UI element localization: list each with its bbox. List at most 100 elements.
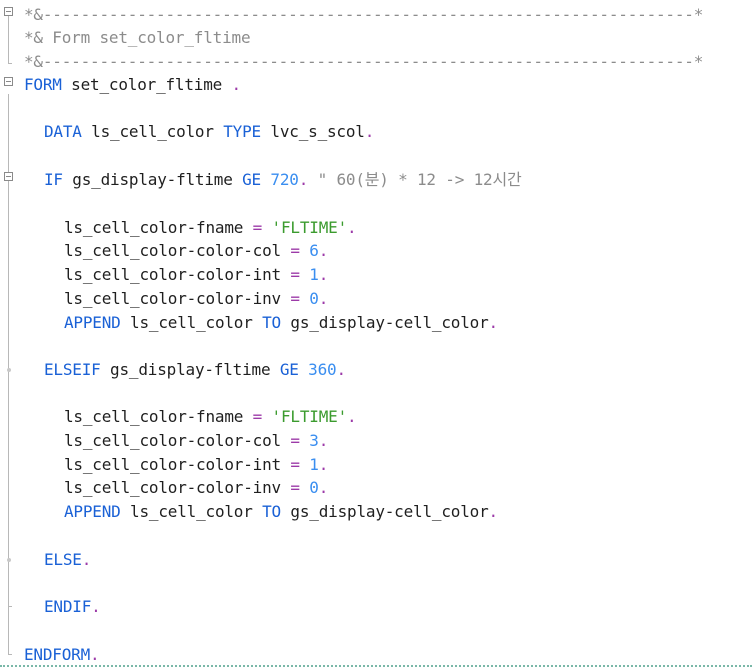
code-line-else[interactable]: ELSE. — [0, 548, 752, 572]
period-token: . — [318, 265, 329, 284]
identifier-token: ls_cell_color-color-inv — [64, 478, 291, 497]
operator-token: = — [290, 265, 300, 284]
code-line-elseif[interactable]: ELSEIF gs_display-fltime GE 360. — [0, 358, 752, 382]
period-token: . — [81, 550, 92, 569]
identifier-token: ls_cell_color — [120, 313, 263, 332]
number-token: 3 — [299, 431, 319, 450]
identifier-token: ls_cell_color-color-inv — [64, 289, 291, 308]
number-token: 1 — [299, 265, 319, 284]
operator-token: = — [252, 218, 263, 237]
code-text: ls_cell_color-color-inv = 0. — [64, 287, 328, 311]
code-text: ls_cell_color-color-col = 3. — [64, 429, 328, 453]
period-token: . — [318, 289, 329, 308]
code-text: IF gs_display-fltime GE 720. " 60(분) * 1… — [44, 168, 522, 192]
code-line-assign-color-col[interactable]: ls_cell_color-color-col = 3. — [0, 429, 752, 453]
period-token: . — [91, 597, 101, 616]
keyword-token: ENDIF — [44, 597, 92, 616]
code-text: ls_cell_color-color-int = 1. — [64, 453, 328, 477]
code-line-assign-fname[interactable]: ls_cell_color-fname = 'FLTIME'. — [0, 216, 752, 240]
code-text: ls_cell_color-color-int = 1. — [64, 263, 328, 287]
string-token: 'FLTIME' — [262, 407, 348, 426]
code-line-assign-fname[interactable]: ls_cell_color-fname = 'FLTIME'. — [0, 405, 752, 429]
code-line-assign-color-inv[interactable]: ls_cell_color-color-inv = 0. — [0, 476, 752, 500]
keyword-token: ELSE — [44, 550, 82, 569]
keyword-token: TYPE — [223, 122, 261, 141]
identifier-token: set_color_fltime — [61, 75, 232, 94]
number-token: 1 — [299, 455, 319, 474]
keyword-token: GE — [279, 360, 299, 379]
code-line-comment-rule-top[interactable]: *&--------------------------------------… — [0, 3, 752, 27]
keyword-token: APPEND — [64, 313, 121, 332]
keyword-token: ENDFORM — [24, 645, 91, 664]
identifier-token: gs_display-cell_color — [280, 313, 489, 332]
period-token: . — [364, 122, 375, 141]
period-token: . — [318, 478, 329, 497]
identifier-token: ls_cell_color-fname — [64, 218, 253, 237]
period-token: . — [318, 455, 329, 474]
period-token: . — [488, 502, 499, 521]
code-line-data-declaration[interactable]: DATA ls_cell_color TYPE lvc_s_scol. — [0, 120, 752, 144]
code-line-comment-rule-bottom[interactable]: *&--------------------------------------… — [0, 50, 752, 74]
code-text: APPEND ls_cell_color TO gs_display-cell_… — [64, 500, 498, 524]
identifier-token: gs_display-cell_color — [280, 502, 489, 521]
period-token: . — [318, 431, 329, 450]
code-text: ls_cell_color-fname = 'FLTIME'. — [64, 216, 357, 240]
period-token: . — [336, 360, 346, 379]
code-text: APPEND ls_cell_color TO gs_display-cell_… — [64, 311, 498, 335]
keyword-token: ELSEIF — [44, 360, 101, 379]
code-line-append[interactable]: APPEND ls_cell_color TO gs_display-cell_… — [0, 311, 752, 335]
keyword-token: FORM — [24, 75, 62, 94]
fold-collapse-icon[interactable] — [4, 77, 13, 86]
code-line-endif[interactable]: ENDIF. — [0, 595, 752, 619]
period-token: . — [347, 218, 357, 237]
code-line-endform[interactable]: ENDFORM. — [0, 643, 752, 667]
code-line-form[interactable]: FORM set_color_fltime . — [0, 73, 752, 97]
identifier-token: gs_display-fltime — [62, 170, 243, 189]
identifier-token: gs_display-fltime — [100, 360, 280, 379]
operator-token: = — [252, 407, 263, 426]
current-line-indicator — [0, 665, 752, 667]
number-token: 0 — [299, 289, 319, 308]
operator-token: = — [290, 289, 300, 308]
keyword-token: APPEND — [64, 502, 121, 521]
period-token: . — [318, 241, 329, 260]
identifier-token: ls_cell_color-color-int — [64, 265, 291, 284]
code-text: ENDIF. — [44, 595, 101, 619]
fold-collapse-icon[interactable] — [4, 172, 13, 181]
code-text: ls_cell_color-color-col = 6. — [64, 239, 328, 263]
identifier-token: lvc_s_scol — [260, 122, 365, 141]
identifier-token: ls_cell_color — [81, 122, 224, 141]
code-text: ENDFORM. — [24, 643, 100, 667]
period-token: . — [90, 645, 100, 664]
operator-token: = — [290, 455, 300, 474]
code-line-assign-color-int[interactable]: ls_cell_color-color-int = 1. — [0, 263, 752, 287]
operator-token: = — [290, 478, 300, 497]
keyword-token: GE — [242, 170, 261, 189]
period-token: . — [488, 313, 499, 332]
keyword-token: DATA — [44, 122, 82, 141]
keyword-token: TO — [262, 502, 281, 521]
comment-text: *&--------------------------------------… — [24, 52, 704, 71]
abap-code-editor[interactable]: *&--------------------------------------… — [0, 0, 752, 670]
code-line-assign-color-inv[interactable]: ls_cell_color-color-inv = 0. — [0, 287, 752, 311]
number-token: 720 — [260, 170, 299, 189]
code-text: ls_cell_color-color-inv = 0. — [64, 476, 328, 500]
period-token: . — [298, 170, 309, 189]
identifier-token: ls_cell_color-color-int — [64, 455, 291, 474]
number-token: 360 — [298, 360, 337, 379]
code-line-if[interactable]: IF gs_display-fltime GE 720. " 60(분) * 1… — [0, 168, 752, 192]
fold-collapse-icon[interactable] — [4, 7, 13, 16]
code-text: ELSE. — [44, 548, 91, 572]
code-line-append[interactable]: APPEND ls_cell_color TO gs_display-cell_… — [0, 500, 752, 524]
period-token: . — [347, 407, 357, 426]
code-line-comment-form-title[interactable]: *& Form set_color_fltime — [0, 26, 752, 50]
keyword-token: IF — [44, 170, 63, 189]
string-token: 'FLTIME' — [262, 218, 348, 237]
comment-text: *&--------------------------------------… — [24, 5, 704, 24]
code-line-assign-color-col[interactable]: ls_cell_color-color-col = 6. — [0, 239, 752, 263]
operator-token: = — [290, 241, 300, 260]
identifier-token: ls_cell_color-fname — [64, 407, 253, 426]
code-line-assign-color-int[interactable]: ls_cell_color-color-int = 1. — [0, 453, 752, 477]
code-text: ELSEIF gs_display-fltime GE 360. — [44, 358, 346, 382]
number-token: 6 — [299, 241, 319, 260]
